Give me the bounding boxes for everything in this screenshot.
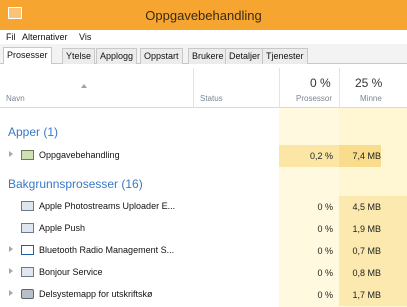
tab-tjenester[interactable]: Tjenester xyxy=(262,48,308,64)
process-name: Bonjour Service xyxy=(39,267,103,277)
tab-ytelse[interactable]: Ytelse xyxy=(62,48,96,64)
process-cpu: 0 % xyxy=(317,246,333,256)
tab-applogg[interactable]: Applogg xyxy=(96,48,138,64)
process-row[interactable]: Oppgavebehandling 0,2 % 7,4 MB xyxy=(0,145,407,167)
menu-bar: Fil Alternativer Vis xyxy=(0,30,407,44)
monitor-icon xyxy=(21,245,34,255)
process-mem: 1,9 MB xyxy=(352,224,381,234)
process-cpu: 0 % xyxy=(317,268,333,278)
menu-fil[interactable]: Fil xyxy=(6,32,16,42)
task-manager-icon xyxy=(21,150,34,160)
process-cpu: 0,2 % xyxy=(279,145,339,167)
group-title-bakgrunnsprosesser: Bakgrunnsprosesser (16) xyxy=(8,177,143,191)
menu-vis[interactable]: Vis xyxy=(79,32,91,42)
tab-brukere[interactable]: Brukere xyxy=(188,48,228,64)
process-name: Apple Photostreams Uploader E... xyxy=(39,201,176,211)
mem-total-pct[interactable]: 25 % xyxy=(355,76,382,90)
process-mem: 7,4 MB xyxy=(339,145,381,167)
printer-icon xyxy=(21,289,34,299)
process-mem: 4,5 MB xyxy=(352,202,381,212)
process-row[interactable]: Apple Push 0 % 1,9 MB xyxy=(0,218,407,240)
menu-alternativer[interactable]: Alternativer xyxy=(22,32,68,42)
sort-arrow-icon[interactable] xyxy=(81,84,87,88)
expand-icon[interactable] xyxy=(9,290,13,296)
tab-prosesser[interactable]: Prosesser xyxy=(3,47,52,65)
process-cpu: 0 % xyxy=(317,290,333,300)
process-mem: 0,8 MB xyxy=(352,268,381,278)
column-minne[interactable]: Minne xyxy=(360,94,382,103)
column-prosessor[interactable]: Prosessor xyxy=(296,94,332,103)
expand-icon[interactable] xyxy=(9,151,13,157)
process-cpu: 0 % xyxy=(317,224,333,234)
title-bar: Oppgavebehandling xyxy=(0,0,407,30)
process-row[interactable]: Delsystemapp for utskriftskø 0 % 1,7 MB xyxy=(0,284,407,306)
process-name: Apple Push xyxy=(39,223,86,233)
expand-icon[interactable] xyxy=(9,246,13,252)
process-mem: 0,7 MB xyxy=(352,246,381,256)
column-divider[interactable] xyxy=(279,68,280,108)
process-row[interactable]: Bonjour Service 0 % 0,8 MB xyxy=(0,262,407,284)
process-name: Oppgavebehandling xyxy=(39,150,120,160)
column-divider[interactable] xyxy=(339,68,340,108)
column-header: Navn Status 0 % Prosessor 25 % Minne xyxy=(0,64,407,108)
app-icon xyxy=(21,201,34,211)
tab-bar: Prosesser Ytelse Applogg Oppstart Bruker… xyxy=(0,44,407,65)
process-name: Bluetooth Radio Management S... xyxy=(39,245,175,255)
cpu-total-pct[interactable]: 0 % xyxy=(310,76,331,90)
process-row[interactable]: Bluetooth Radio Management S... 0 % 0,7 … xyxy=(0,240,407,262)
column-divider[interactable] xyxy=(193,68,194,108)
window-title: Oppgavebehandling xyxy=(145,8,262,23)
column-status[interactable]: Status xyxy=(200,94,223,103)
process-cpu: 0 % xyxy=(317,202,333,212)
group-title-apper: Apper (1) xyxy=(8,125,59,139)
app-icon xyxy=(21,267,34,277)
tab-detaljer[interactable]: Detaljer xyxy=(225,48,265,64)
column-name[interactable]: Navn xyxy=(6,94,25,103)
tab-oppstart[interactable]: Oppstart xyxy=(140,48,183,64)
process-mem: 1,7 MB xyxy=(352,290,381,300)
app-icon xyxy=(21,223,34,233)
expand-icon[interactable] xyxy=(9,268,13,274)
process-name: Delsystemapp for utskriftskø xyxy=(39,289,153,299)
process-row[interactable]: Apple Photostreams Uploader E... 0 % 4,5… xyxy=(0,196,407,218)
